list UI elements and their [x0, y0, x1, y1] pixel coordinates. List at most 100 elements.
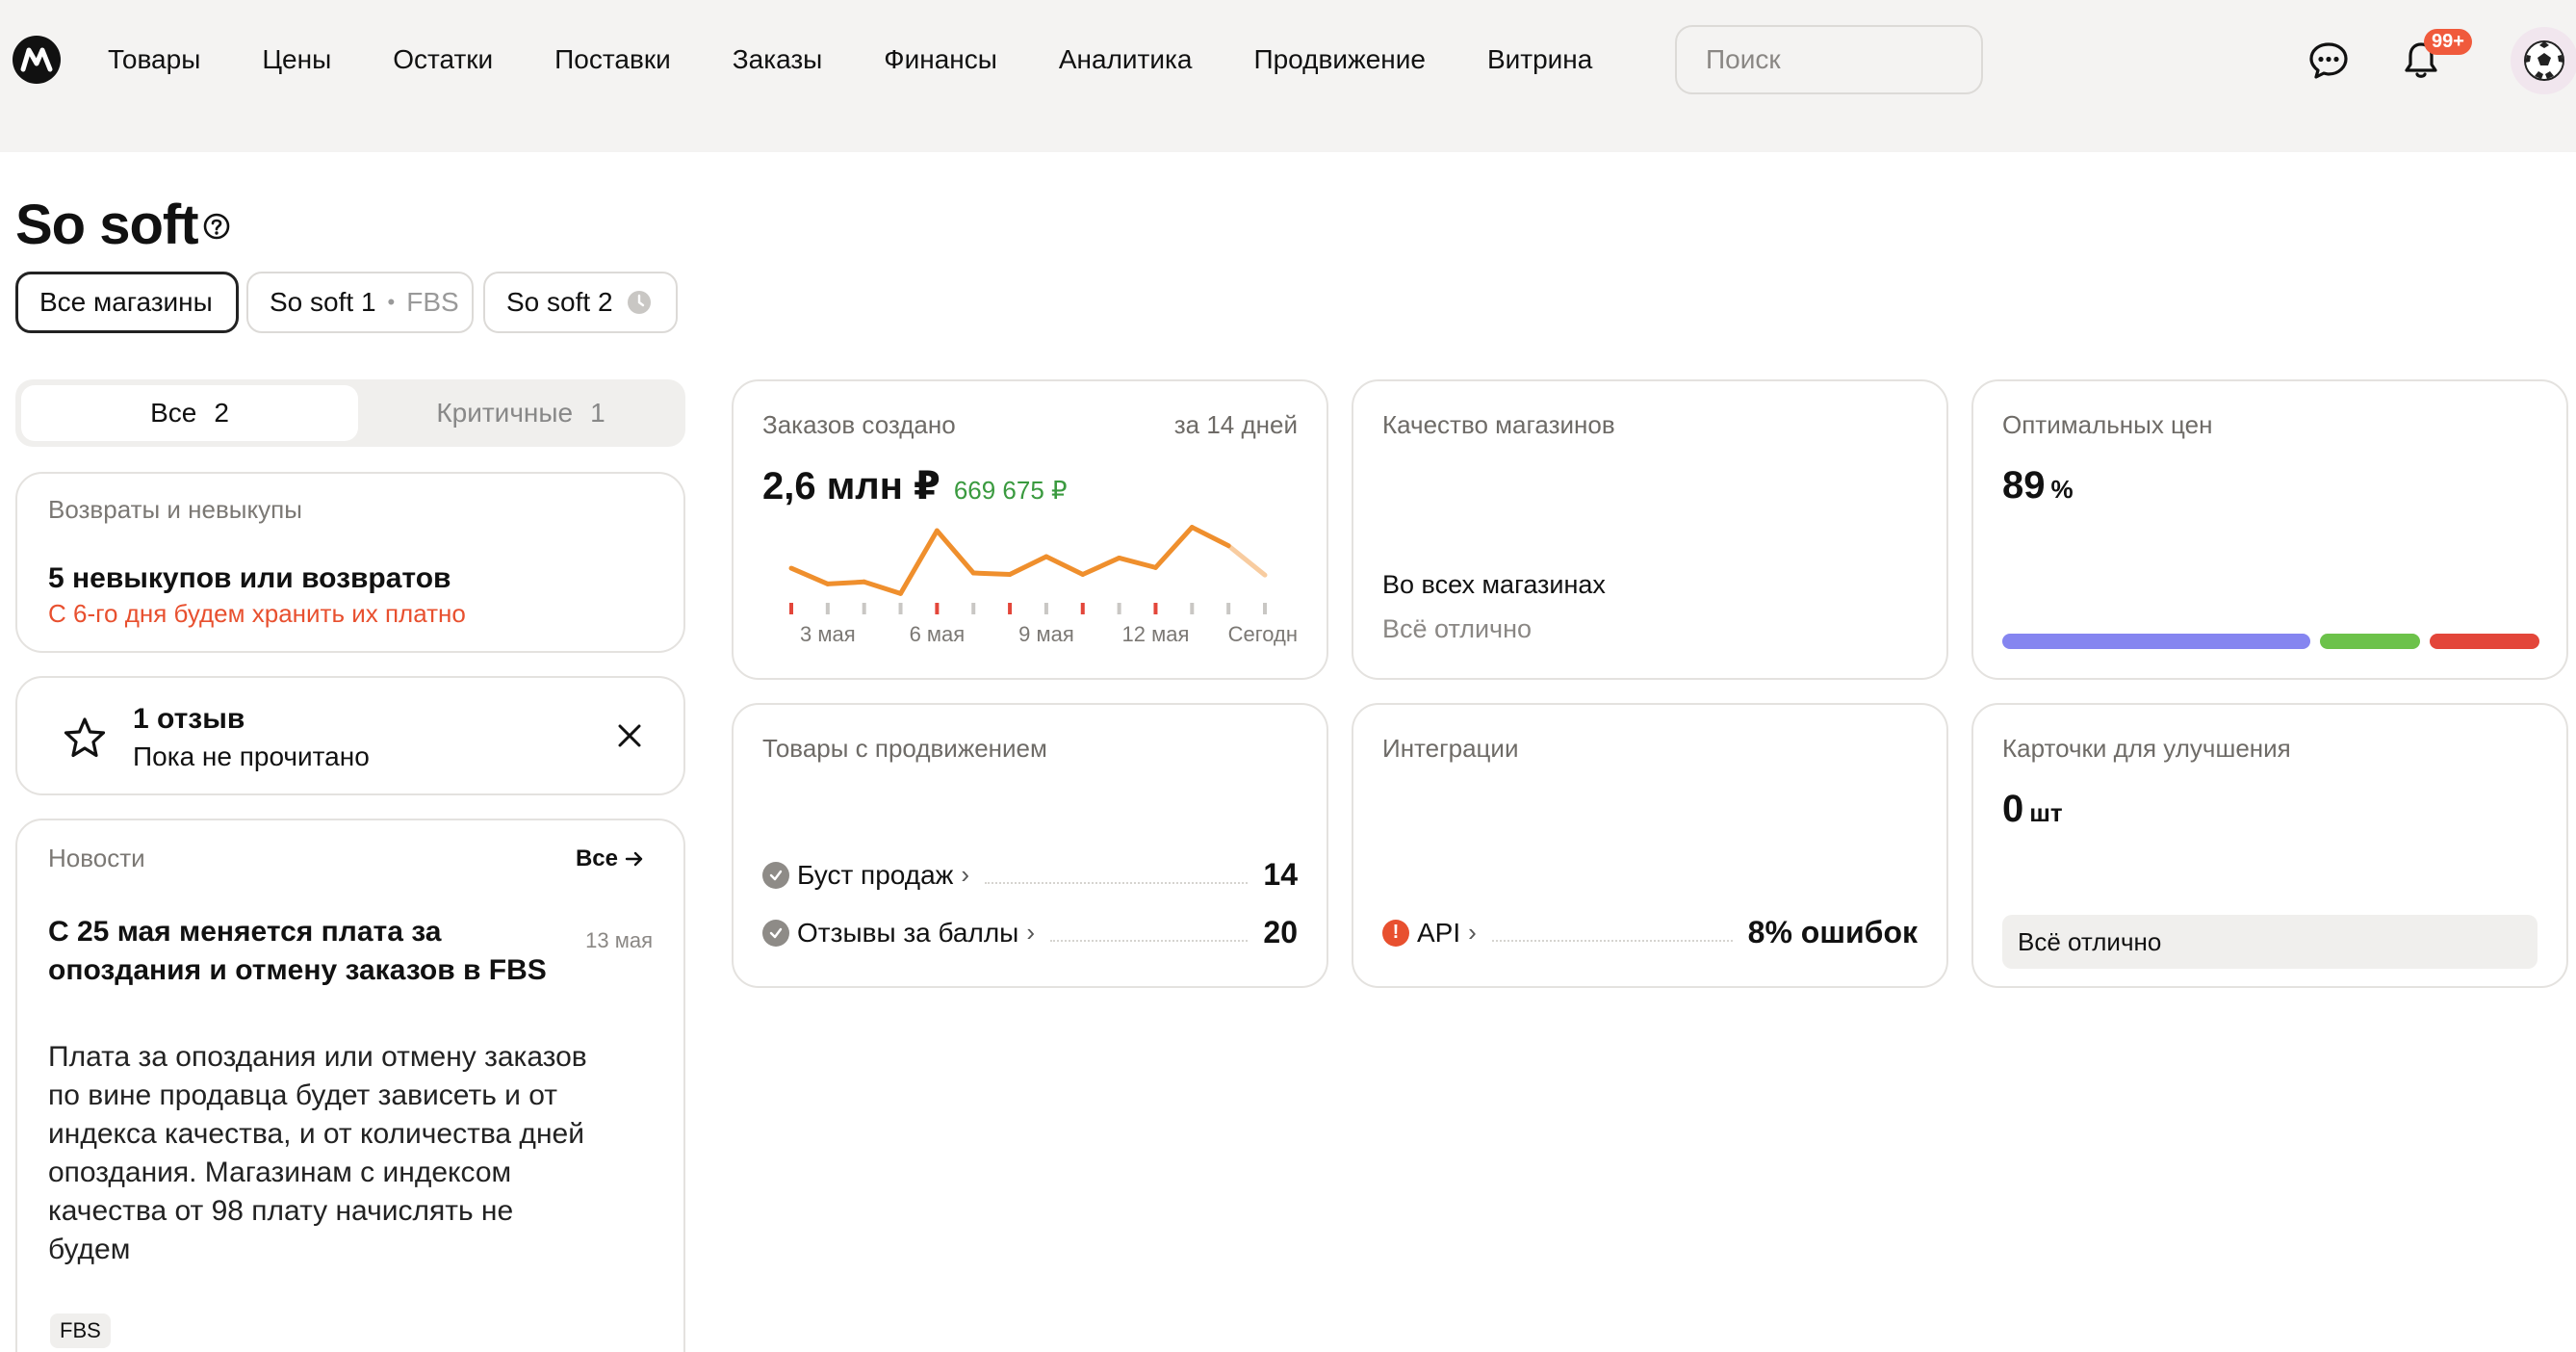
chart-day-marker — [1117, 603, 1121, 614]
news-all-link[interactable]: Все — [576, 845, 645, 872]
clock-icon — [627, 291, 651, 314]
news-header: Новости — [48, 844, 145, 872]
returns-header: Возвраты и невыкупы — [48, 495, 302, 524]
news-body: Плата за опоздания или отмену заказов по… — [48, 1041, 587, 1265]
chart-tick-label: Сегодн — [1228, 622, 1298, 646]
promo-row-reviews[interactable]: Отзывы за баллы › 20 — [762, 915, 1298, 950]
chart-tick-label: 3 мая — [800, 622, 856, 646]
promo-row-name: Буст продаж — [797, 859, 954, 890]
orders-card[interactable]: Заказов создано за 14 дней 2,6 млн ₽ 669 … — [732, 379, 1328, 680]
chart-day-marker — [789, 603, 793, 614]
promo-card[interactable]: Товары с продвижением Буст продаж › 14 О… — [732, 703, 1328, 988]
chart-line-segment — [898, 528, 940, 596]
chart-day-marker — [825, 603, 830, 614]
orders-value-row: 2,6 млн ₽ 669 675 ₽ — [762, 464, 1068, 508]
notifications-badge: 99+ — [2424, 29, 2472, 55]
nav-item-analytics[interactable]: Аналитика — [1059, 44, 1193, 75]
help-icon[interactable] — [202, 212, 231, 241]
close-icon[interactable] — [614, 720, 645, 756]
prices-label: Оптимальных цен — [2002, 410, 2213, 439]
chart-day-marker — [898, 603, 903, 614]
filter-all-tab[interactable]: Все 2 — [21, 385, 358, 441]
integrations-label: Интеграции — [1382, 734, 1519, 763]
cards-status: Всё отлично — [2002, 915, 2537, 969]
chart-day-marker — [1008, 603, 1013, 614]
nav-item-stocks[interactable]: Остатки — [393, 44, 493, 75]
chart-line-segment — [788, 565, 831, 586]
nav-item-finance[interactable]: Финансы — [884, 44, 997, 75]
market-logo[interactable] — [12, 35, 62, 85]
chart-day-marker — [1263, 603, 1267, 614]
avatar[interactable] — [2511, 27, 2576, 94]
returns-title: 5 невыкупов или возвратов — [48, 562, 451, 594]
news-date: 13 мая — [585, 928, 653, 952]
nav-item-showcase[interactable]: Витрина — [1487, 44, 1592, 75]
review-title: 1 отзыв — [133, 703, 245, 735]
chart-day-marker — [971, 603, 976, 614]
chart-tick-label: 6 мая — [910, 622, 966, 646]
filter-critical-tab[interactable]: Критичные 1 — [362, 385, 680, 441]
integrations-row-api[interactable]: ! API › 8% ошибок — [1382, 915, 1918, 950]
chart-line-segment — [970, 570, 1013, 577]
soccer-ball-icon — [2524, 40, 2564, 81]
news-title[interactable]: С 25 мая меняется плата за опоздания и о… — [48, 913, 549, 990]
chart-line-segment — [1189, 525, 1231, 549]
warning-icon: ! — [1382, 919, 1409, 947]
news-all-label: Все — [575, 845, 618, 871]
integrations-card[interactable]: Интеграции ! API › 8% ошибок — [1352, 703, 1948, 988]
promo-row-value: 14 — [1263, 857, 1298, 892]
chat-icon[interactable] — [2306, 39, 2351, 83]
dotted-leader — [1049, 924, 1249, 942]
nav-item-supplies[interactable]: Поставки — [554, 44, 671, 75]
nav-item-promotion[interactable]: Продвижение — [1253, 44, 1426, 75]
filter-critical-count: 1 — [590, 398, 605, 428]
cards-label: Карточки для улучшения — [2002, 734, 2291, 763]
cards-unit: шт — [2029, 798, 2063, 827]
store-tab-all[interactable]: Все магазины — [15, 272, 239, 333]
search-input[interactable] — [1675, 25, 1983, 94]
chart-day-marker — [935, 603, 940, 614]
store-tab-label: So soft 2 — [506, 287, 613, 317]
chart-day-marker — [1190, 603, 1195, 614]
quality-card[interactable]: Качество магазинов Во всех магазинах Всё… — [1352, 379, 1948, 680]
check-icon — [762, 861, 789, 889]
store-tab-so-soft-2[interactable]: So soft 2 — [483, 272, 678, 333]
promo-row-boost[interactable]: Буст продаж › 14 — [762, 857, 1298, 893]
orders-label: Заказов создано — [762, 410, 956, 439]
review-card[interactable]: 1 отзыв Пока не прочитано — [15, 676, 685, 795]
cards-value-row: 0 шт — [2002, 788, 2063, 831]
filter-all-count: 2 — [214, 398, 229, 428]
separator-dot: • — [387, 290, 396, 314]
chart-line-segment — [1043, 554, 1086, 577]
api-name: API — [1417, 917, 1461, 948]
store-tab-so-soft-1[interactable]: So soft 1 • FBS — [246, 272, 474, 333]
nav-item-orders[interactable]: Заказы — [733, 44, 823, 75]
chart-line-segment — [1117, 555, 1158, 570]
cards-value: 0 — [2002, 788, 2024, 830]
chart-line-segment — [825, 579, 867, 586]
chart-line-segment — [934, 528, 976, 576]
cards-improve-card[interactable]: Карточки для улучшения 0 шт Всё отлично — [1971, 703, 2568, 988]
prices-bar-good — [2320, 634, 2420, 649]
check-icon — [762, 919, 789, 947]
page-title: So soft — [15, 194, 199, 256]
prices-card[interactable]: Оптимальных цен 89% — [1971, 379, 2568, 680]
nav-item-goods[interactable]: Товары — [108, 44, 200, 75]
chart-line-segment — [1007, 554, 1049, 577]
nav-item-prices[interactable]: Цены — [262, 44, 331, 75]
star-icon — [62, 715, 108, 766]
store-tab-all-label: Все магазины — [39, 287, 213, 317]
orders-period: за 14 дней — [1173, 410, 1298, 439]
prices-bar-optimal — [2002, 634, 2310, 649]
returns-card[interactable]: Возвраты и невыкупы 5 невыкупов или возв… — [15, 472, 685, 653]
api-value: 8% ошибок — [1747, 915, 1918, 949]
main-nav: Товары Цены Остатки Поставки Заказы Фина… — [108, 0, 1654, 119]
arrow-right-icon — [625, 851, 643, 867]
chart-tick-label: 12 мая — [1122, 622, 1190, 646]
store-model: FBS — [406, 287, 459, 317]
chart-line-segment — [1225, 543, 1268, 578]
chart-day-marker — [1226, 603, 1231, 614]
orders-line-chart: 3 мая 6 мая 9 мая 12 мая Сегодн — [788, 525, 1298, 646]
news-card: Новости Все 13 мая С 25 мая меняется пла… — [15, 819, 685, 1352]
promo-row-name: Отзывы за баллы — [797, 917, 1019, 948]
